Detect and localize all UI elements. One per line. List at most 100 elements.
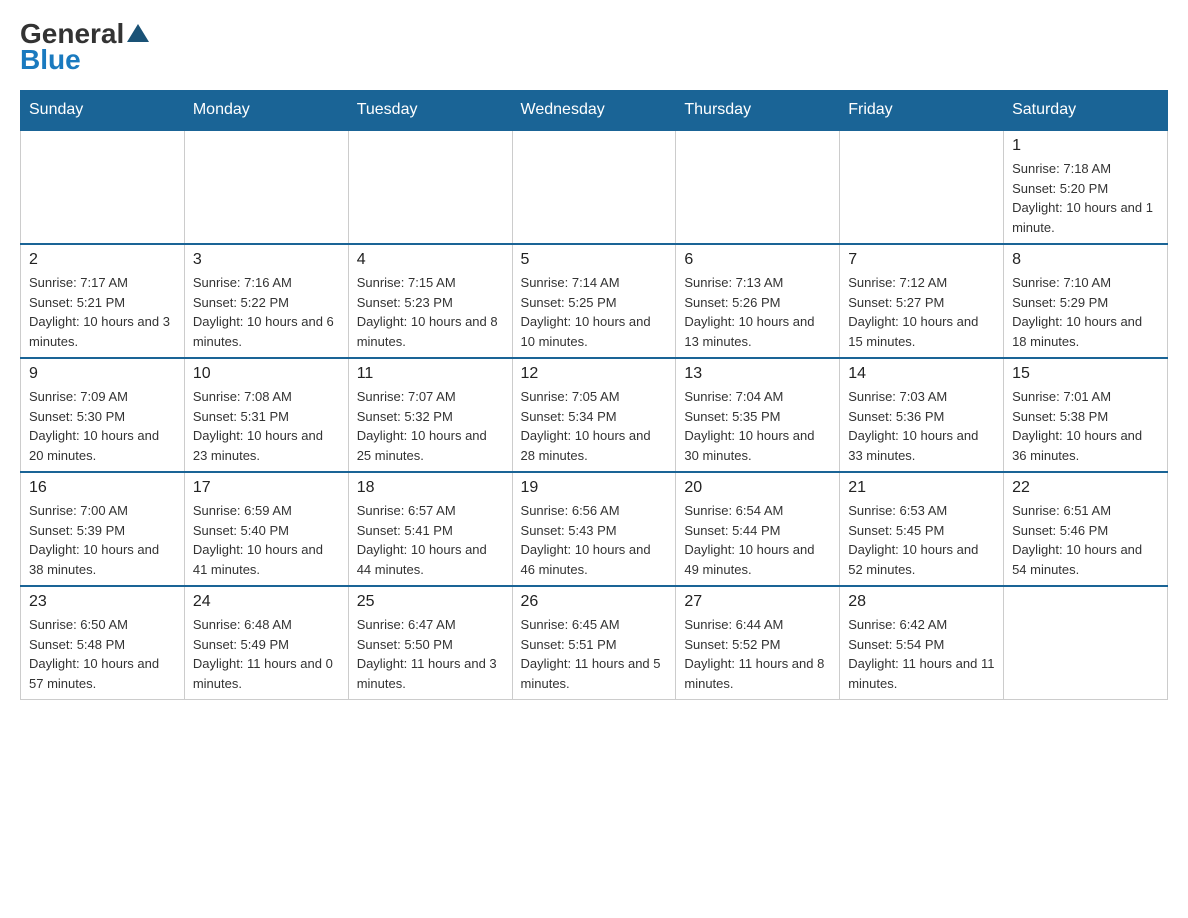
day-number: 22 bbox=[1012, 479, 1159, 497]
day-number: 7 bbox=[848, 251, 995, 269]
day-number: 13 bbox=[684, 365, 831, 383]
calendar-cell bbox=[676, 130, 840, 244]
day-info: Sunrise: 7:00 AMSunset: 5:39 PMDaylight:… bbox=[29, 501, 176, 579]
calendar-cell: 6 Sunrise: 7:13 AMSunset: 5:26 PMDaylight… bbox=[676, 244, 840, 358]
calendar-cell: 19 Sunrise: 6:56 AMSunset: 5:43 PMDayligh… bbox=[512, 472, 676, 586]
calendar-cell: 3Sunrise: 7:16 AMSunset: 5:22 PMDaylight… bbox=[184, 244, 348, 358]
day-info: Sunrise: 7:01 AMSunset: 5:38 PMDaylight:… bbox=[1012, 387, 1159, 465]
column-header-friday: Friday bbox=[840, 91, 1004, 131]
day-number: 18 bbox=[357, 479, 504, 497]
day-number: 17 bbox=[193, 479, 340, 497]
page-header: GeneralBlueFebruary 2025Trasacco, Abruzz… bbox=[20, 20, 1168, 74]
calendar-cell: 26Sunrise: 6:45 AMSunset: 5:51 PMDayligh… bbox=[512, 586, 676, 700]
calendar-cell: 20 Sunrise: 6:54 AMSunset: 5:44 PMDayligh… bbox=[676, 472, 840, 586]
calendar-cell: 8 Sunrise: 7:10 AMSunset: 5:29 PMDaylight… bbox=[1004, 244, 1168, 358]
day-number: 1 bbox=[1012, 137, 1159, 155]
calendar-week-row: 2 Sunrise: 7:17 AMSunset: 5:21 PMDaylight… bbox=[21, 244, 1168, 358]
calendar-week-row: 9 Sunrise: 7:09 AMSunset: 5:30 PMDaylight… bbox=[21, 358, 1168, 472]
day-number: 23 bbox=[29, 593, 176, 611]
day-number: 2 bbox=[29, 251, 176, 269]
calendar-week-row: 23 Sunrise: 6:50 AMSunset: 5:48 PMDayligh… bbox=[21, 586, 1168, 700]
calendar-cell: 5 Sunrise: 7:14 AMSunset: 5:25 PMDaylight… bbox=[512, 244, 676, 358]
day-number: 12 bbox=[521, 365, 668, 383]
day-info: Sunrise: 7:09 AMSunset: 5:30 PMDaylight:… bbox=[29, 387, 176, 465]
calendar-cell: 23 Sunrise: 6:50 AMSunset: 5:48 PMDayligh… bbox=[21, 586, 185, 700]
calendar-cell: 27 Sunrise: 6:44 AMSunset: 5:52 PMDayligh… bbox=[676, 586, 840, 700]
calendar-cell: 7 Sunrise: 7:12 AMSunset: 5:27 PMDaylight… bbox=[840, 244, 1004, 358]
day-info: Sunrise: 7:12 AMSunset: 5:27 PMDaylight:… bbox=[848, 273, 995, 351]
day-info: Sunrise: 7:05 AMSunset: 5:34 PMDaylight:… bbox=[521, 387, 668, 465]
day-info: Sunrise: 6:51 AMSunset: 5:46 PMDaylight:… bbox=[1012, 501, 1159, 579]
calendar-cell: 9 Sunrise: 7:09 AMSunset: 5:30 PMDaylight… bbox=[21, 358, 185, 472]
day-number: 27 bbox=[684, 593, 831, 611]
calendar-cell bbox=[184, 130, 348, 244]
calendar-cell: 12 Sunrise: 7:05 AMSunset: 5:34 PMDayligh… bbox=[512, 358, 676, 472]
day-info: Sunrise: 7:13 AMSunset: 5:26 PMDaylight:… bbox=[684, 273, 831, 351]
column-header-tuesday: Tuesday bbox=[348, 91, 512, 131]
calendar-cell: 18 Sunrise: 6:57 AMSunset: 5:41 PMDayligh… bbox=[348, 472, 512, 586]
calendar-cell bbox=[21, 130, 185, 244]
day-number: 15 bbox=[1012, 365, 1159, 383]
logo-triangle-icon bbox=[127, 24, 149, 42]
day-number: 4 bbox=[357, 251, 504, 269]
day-info: Sunrise: 7:08 AMSunset: 5:31 PMDaylight:… bbox=[193, 387, 340, 465]
logo: GeneralBlue bbox=[20, 20, 149, 74]
day-number: 8 bbox=[1012, 251, 1159, 269]
day-number: 25 bbox=[357, 593, 504, 611]
calendar-cell: 25Sunrise: 6:47 AMSunset: 5:50 PMDayligh… bbox=[348, 586, 512, 700]
day-info: Sunrise: 7:10 AMSunset: 5:29 PMDaylight:… bbox=[1012, 273, 1159, 351]
column-header-sunday: Sunday bbox=[21, 91, 185, 131]
day-info: Sunrise: 6:42 AMSunset: 5:54 PMDaylight:… bbox=[848, 615, 995, 693]
calendar-cell: 22 Sunrise: 6:51 AMSunset: 5:46 PMDayligh… bbox=[1004, 472, 1168, 586]
day-info: Sunrise: 6:57 AMSunset: 5:41 PMDaylight:… bbox=[357, 501, 504, 579]
calendar-cell: 15 Sunrise: 7:01 AMSunset: 5:38 PMDayligh… bbox=[1004, 358, 1168, 472]
calendar-week-row: 1 Sunrise: 7:18 AMSunset: 5:20 PMDaylight… bbox=[21, 130, 1168, 244]
day-info: Sunrise: 7:04 AMSunset: 5:35 PMDaylight:… bbox=[684, 387, 831, 465]
column-header-monday: Monday bbox=[184, 91, 348, 131]
day-number: 11 bbox=[357, 365, 504, 383]
column-header-wednesday: Wednesday bbox=[512, 91, 676, 131]
day-info: Sunrise: 6:50 AMSunset: 5:48 PMDaylight:… bbox=[29, 615, 176, 693]
day-number: 28 bbox=[848, 593, 995, 611]
calendar-cell: 10Sunrise: 7:08 AMSunset: 5:31 PMDayligh… bbox=[184, 358, 348, 472]
day-number: 19 bbox=[521, 479, 668, 497]
day-number: 3 bbox=[193, 251, 340, 269]
day-number: 16 bbox=[29, 479, 176, 497]
calendar-cell bbox=[348, 130, 512, 244]
calendar-header-row: SundayMondayTuesdayWednesdayThursdayFrid… bbox=[21, 91, 1168, 131]
day-info: Sunrise: 7:18 AMSunset: 5:20 PMDaylight:… bbox=[1012, 159, 1159, 237]
column-header-thursday: Thursday bbox=[676, 91, 840, 131]
day-info: Sunrise: 7:17 AMSunset: 5:21 PMDaylight:… bbox=[29, 273, 176, 351]
day-info: Sunrise: 7:14 AMSunset: 5:25 PMDaylight:… bbox=[521, 273, 668, 351]
calendar-cell: 24 Sunrise: 6:48 AMSunset: 5:49 PMDayligh… bbox=[184, 586, 348, 700]
logo-blue-text: Blue bbox=[20, 46, 81, 74]
day-info: Sunrise: 6:44 AMSunset: 5:52 PMDaylight:… bbox=[684, 615, 831, 693]
calendar-cell: 13 Sunrise: 7:04 AMSunset: 5:35 PMDayligh… bbox=[676, 358, 840, 472]
day-number: 24 bbox=[193, 593, 340, 611]
calendar-cell: 1 Sunrise: 7:18 AMSunset: 5:20 PMDaylight… bbox=[1004, 130, 1168, 244]
day-number: 6 bbox=[684, 251, 831, 269]
calendar-week-row: 16 Sunrise: 7:00 AMSunset: 5:39 PMDayligh… bbox=[21, 472, 1168, 586]
day-info: Sunrise: 6:56 AMSunset: 5:43 PMDaylight:… bbox=[521, 501, 668, 579]
calendar-cell: 17 Sunrise: 6:59 AMSunset: 5:40 PMDayligh… bbox=[184, 472, 348, 586]
day-number: 26 bbox=[521, 593, 668, 611]
day-info: Sunrise: 6:59 AMSunset: 5:40 PMDaylight:… bbox=[193, 501, 340, 579]
day-number: 20 bbox=[684, 479, 831, 497]
calendar-cell: 11Sunrise: 7:07 AMSunset: 5:32 PMDayligh… bbox=[348, 358, 512, 472]
day-number: 5 bbox=[521, 251, 668, 269]
calendar-cell bbox=[512, 130, 676, 244]
day-number: 9 bbox=[29, 365, 176, 383]
day-number: 21 bbox=[848, 479, 995, 497]
day-info: Sunrise: 7:03 AMSunset: 5:36 PMDaylight:… bbox=[848, 387, 995, 465]
calendar-cell: 4 Sunrise: 7:15 AMSunset: 5:23 PMDaylight… bbox=[348, 244, 512, 358]
calendar-cell: 28 Sunrise: 6:42 AMSunset: 5:54 PMDayligh… bbox=[840, 586, 1004, 700]
day-info: Sunrise: 6:53 AMSunset: 5:45 PMDaylight:… bbox=[848, 501, 995, 579]
day-info: Sunrise: 6:48 AMSunset: 5:49 PMDaylight:… bbox=[193, 615, 340, 693]
calendar-cell: 21 Sunrise: 6:53 AMSunset: 5:45 PMDayligh… bbox=[840, 472, 1004, 586]
day-info: Sunrise: 7:15 AMSunset: 5:23 PMDaylight:… bbox=[357, 273, 504, 351]
calendar-cell: 16 Sunrise: 7:00 AMSunset: 5:39 PMDayligh… bbox=[21, 472, 185, 586]
calendar-cell bbox=[1004, 586, 1168, 700]
calendar-table: SundayMondayTuesdayWednesdayThursdayFrid… bbox=[20, 90, 1168, 700]
day-info: Sunrise: 6:54 AMSunset: 5:44 PMDaylight:… bbox=[684, 501, 831, 579]
calendar-cell: 2 Sunrise: 7:17 AMSunset: 5:21 PMDaylight… bbox=[21, 244, 185, 358]
